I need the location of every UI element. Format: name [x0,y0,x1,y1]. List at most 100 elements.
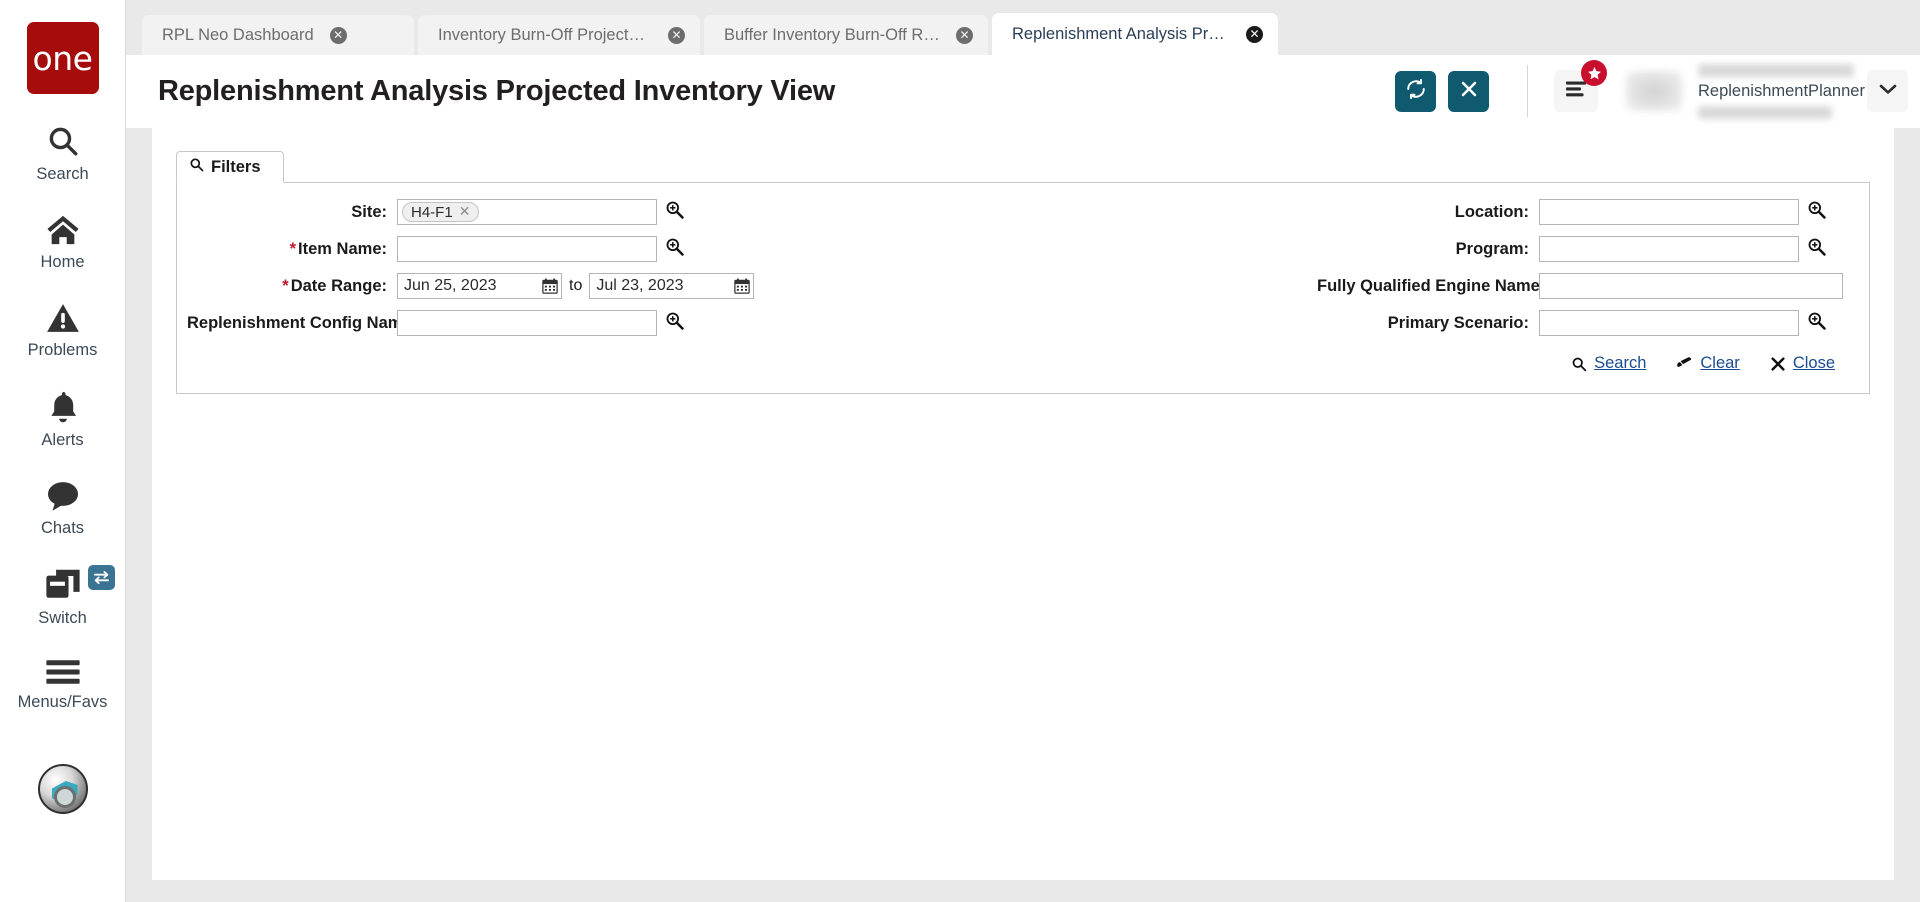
sidebar-item-menus-favs[interactable]: Menus/Favs [0,658,126,712]
bell-icon [47,390,79,424]
sidebar-item-switch[interactable]: Switch [0,565,126,628]
home-icon [46,214,80,246]
search-icon [1571,356,1587,372]
location-label: Location: [1454,202,1529,221]
sidebar-item-label: Search [36,165,89,183]
browser-tab-strip: RPL Neo Dashboard ✕ Inventory Burn-Off P… [126,0,1920,55]
user-account-box[interactable]: ReplenishmentPlanner [1688,54,1920,128]
swap-arrows-icon[interactable] [87,565,115,590]
main-region: RPL Neo Dashboard ✕ Inventory Burn-Off P… [126,0,1920,902]
clear-button[interactable]: Clear [1676,354,1740,373]
date-range-to-value: Jul 23, 2023 [596,277,684,294]
calendar-icon[interactable] [539,274,561,298]
program-label: Program: [1455,239,1529,258]
sidebar-item-home[interactable]: Home [0,214,126,272]
close-x-icon [1459,79,1479,104]
application-window: one Search Home Problems Alerts Chats Sw… [0,0,1920,902]
item-name-input[interactable] [397,236,657,262]
program-field-wrapper [1539,236,1799,262]
primary-scenario-input[interactable] [1539,310,1799,336]
close-page-button[interactable] [1448,70,1489,112]
tab-close-icon[interactable]: ✕ [668,26,685,44]
tab-close-icon[interactable]: ✕ [329,26,347,44]
sidebar-item-label: Home [40,253,85,271]
primary-scenario-wrapper [1539,310,1799,336]
logo-text: one [32,38,93,78]
sidebar-item-search[interactable]: Search [0,124,126,184]
magnifier-plus-icon[interactable] [1807,237,1826,256]
x-icon [1770,356,1786,372]
one-network-logo[interactable]: one [26,22,99,94]
date-range-to-label: to [569,277,583,294]
tab-buffer-inventory-burn-off-report[interactable]: Buffer Inventory Burn-Off Report ✕ [704,15,988,55]
search-button[interactable]: Search [1571,354,1646,373]
sidebar-item-problems[interactable]: Problems [0,302,126,360]
filters-field-grid: Site: H4-F1 ✕ Location: * Item Name: Pro… [187,199,1843,336]
tab-close-icon[interactable]: ✕ [956,26,973,44]
header-divider [1527,65,1528,117]
user-menu-toggle[interactable] [1867,70,1908,112]
calendar-icon[interactable] [731,274,753,298]
user-identity-lines: ReplenishmentPlanner [1698,63,1867,119]
refresh-button[interactable] [1395,70,1436,112]
chat-bubble-icon [46,480,80,512]
magnifier-plus-icon[interactable] [665,311,684,330]
magnifier-plus-icon[interactable] [1807,200,1826,219]
filters-tab-label: Filters [211,157,261,176]
search-button-label: Search [1594,354,1647,372]
windows-stack-icon [45,568,81,602]
date-range-label-text: Date Range: [290,276,387,295]
required-marker: * [282,276,289,295]
sidebar-item-alerts[interactable]: Alerts [0,390,126,450]
user-avatar-orb[interactable] [37,764,88,814]
magnifier-plus-icon[interactable] [1807,311,1826,330]
user-role-label: ReplenishmentPlanner [1698,81,1865,100]
program-input[interactable] [1539,236,1799,262]
fully-qualified-engine-name-input[interactable] [1539,273,1843,299]
item-name-label: * Item Name: [187,240,397,259]
replenishment-config-name-label: Replenishment Config Name: [187,313,418,332]
replenishment-config-name-wrapper [397,310,657,336]
magnifier-plus-icon[interactable] [665,237,684,256]
menu-favorites-button[interactable] [1554,60,1607,112]
tab-rpl-neo-dashboard[interactable]: RPL Neo Dashboard ✕ [142,15,414,55]
chip-remove-icon[interactable]: ✕ [459,205,471,219]
search-icon [46,124,80,158]
user-avatar-blurred[interactable] [1626,71,1682,111]
filters-panel: Site: H4-F1 ✕ Location: * Item Name: Pro… [176,182,1870,394]
tab-close-icon[interactable]: ✕ [1246,25,1263,43]
sidebar-item-label: Chats [40,519,85,537]
location-input[interactable] [1539,199,1799,225]
page-header-bar: Replenishment Analysis Projected Invento… [126,54,1920,128]
chevron-down-icon [1879,82,1897,100]
date-range-from-field[interactable]: Jun 25, 2023 [397,273,562,299]
tab-filters[interactable]: Filters [176,151,284,183]
refresh-icon [1405,78,1427,105]
primary-scenario-lookup-cell [1799,311,1843,335]
user-name-redacted [1698,63,1854,77]
tab-inventory-burn-off-projected-inv[interactable]: Inventory Burn-Off Projected Inv... ✕ [418,15,700,55]
sidebar-item-label: Switch [38,609,87,627]
site-input[interactable]: H4-F1 ✕ [397,199,657,225]
site-chip[interactable]: H4-F1 ✕ [402,202,480,222]
date-range-wrapper: Jun 25, 2023 to Jul 23, 2023 [397,273,1317,299]
replenishment-config-lookup-cell [657,311,701,335]
magnifier-plus-icon[interactable] [665,200,684,219]
date-range-to-field[interactable]: Jul 23, 2023 [589,273,755,299]
page-title: Replenishment Analysis Projected Invento… [158,74,836,107]
clear-button-label: Clear [1700,354,1740,372]
sidebar-item-label: Menus/Favs [17,693,108,711]
fully-qualified-engine-name-wrapper [1539,273,1843,299]
replenishment-config-name-input[interactable] [397,310,657,336]
tab-replenishment-analysis-projected[interactable]: Replenishment Analysis Projecte... ✕ [992,13,1278,55]
close-filters-button[interactable]: Close [1770,354,1835,373]
required-marker: * [289,239,297,258]
header-action-group: ReplenishmentPlanner [1383,54,1920,128]
tab-label: Replenishment Analysis Projecte... [1012,24,1230,43]
sidebar-item-chats[interactable]: Chats [0,480,126,538]
user-org-redacted [1698,105,1832,119]
tab-label: RPL Neo Dashboard [162,25,314,44]
filters-action-row: Search Clear Close [187,336,1843,379]
tab-label: Buffer Inventory Burn-Off Report [724,25,940,44]
primary-scenario-label: Primary Scenario: [1387,313,1529,332]
